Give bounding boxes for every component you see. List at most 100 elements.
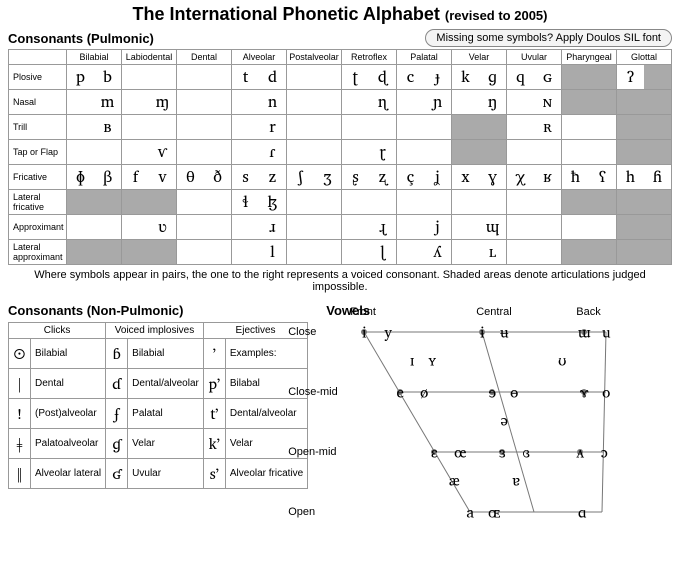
vowel-symbol[interactable]: ɜ <box>499 440 506 465</box>
voiceless-symbol[interactable]: k <box>452 65 479 89</box>
np-symbol[interactable]: sʼ <box>203 459 225 489</box>
voiceless-symbol[interactable] <box>232 115 259 139</box>
vowel-symbol[interactable]: ɘ <box>488 380 496 405</box>
voiced-symbol[interactable] <box>314 215 341 239</box>
voiceless-symbol[interactable] <box>232 90 259 114</box>
vowel-symbol[interactable]: æ <box>449 468 460 493</box>
voiced-symbol[interactable]: ʝ <box>424 165 451 189</box>
voiced-symbol[interactable]: ʎ <box>424 240 451 264</box>
voiceless-symbol[interactable] <box>177 65 204 89</box>
voiced-symbol[interactable] <box>204 215 231 239</box>
np-symbol[interactable]: ɗ <box>106 369 128 399</box>
voiceless-symbol[interactable] <box>232 215 259 239</box>
voiceless-symbol[interactable] <box>67 115 94 139</box>
voiceless-symbol[interactable] <box>452 240 479 264</box>
voiceless-symbol[interactable] <box>287 190 314 214</box>
vowel-symbol[interactable]: ʌ <box>576 440 584 465</box>
voiceless-symbol[interactable] <box>507 215 534 239</box>
voiced-symbol[interactable]: ɲ <box>424 90 451 114</box>
voiced-symbol[interactable] <box>424 140 451 164</box>
voiced-symbol[interactable]: m <box>94 90 121 114</box>
voiceless-symbol[interactable] <box>342 240 369 264</box>
voiceless-symbol[interactable] <box>122 65 149 89</box>
voiceless-symbol[interactable] <box>507 190 534 214</box>
voiceless-symbol[interactable] <box>287 240 314 264</box>
voiceless-symbol[interactable]: q <box>507 65 534 89</box>
voiced-symbol[interactable]: ɮ <box>259 190 286 214</box>
voiceless-symbol[interactable] <box>507 115 534 139</box>
voiceless-symbol[interactable] <box>67 90 94 114</box>
np-symbol[interactable]: kʼ <box>203 429 225 459</box>
voiceless-symbol[interactable] <box>67 215 94 239</box>
voiceless-symbol[interactable]: c <box>397 65 424 89</box>
voiceless-symbol[interactable]: ʂ <box>342 165 369 189</box>
voiced-symbol[interactable]: ʙ <box>94 115 121 139</box>
voiceless-symbol[interactable] <box>397 140 424 164</box>
voiceless-symbol[interactable]: h <box>617 165 644 189</box>
voiced-symbol[interactable]: ʒ <box>314 165 341 189</box>
voiced-symbol[interactable] <box>424 190 451 214</box>
voiced-symbol[interactable]: l <box>259 240 286 264</box>
voiceless-symbol[interactable]: χ <box>507 165 534 189</box>
vowel-symbol[interactable]: ɤ <box>580 380 589 405</box>
vowel-symbol[interactable]: ɵ <box>510 380 518 405</box>
voiceless-symbol[interactable] <box>397 190 424 214</box>
voiced-symbol[interactable] <box>314 190 341 214</box>
voiceless-symbol[interactable]: ħ <box>562 165 589 189</box>
voiced-symbol[interactable] <box>204 65 231 89</box>
voiced-symbol[interactable]: ð <box>204 165 231 189</box>
voiced-symbol[interactable] <box>314 115 341 139</box>
voiced-symbol[interactable] <box>424 115 451 139</box>
vowel-symbol[interactable]: ɛ <box>431 440 438 465</box>
voiced-symbol[interactable]: β <box>94 165 121 189</box>
voiceless-symbol[interactable] <box>342 190 369 214</box>
np-symbol[interactable]: ʼ <box>203 339 225 369</box>
voiceless-symbol[interactable]: θ <box>177 165 204 189</box>
vowel-symbol[interactable]: ɯ <box>578 320 591 345</box>
voiced-symbol[interactable]: v <box>149 165 176 189</box>
voiceless-symbol[interactable] <box>397 115 424 139</box>
vowel-symbol[interactable]: ɨ <box>480 320 485 345</box>
apply-font-button[interactable]: Missing some symbols? Apply Doulos SIL f… <box>425 29 672 47</box>
voiced-symbol[interactable]: ɣ <box>479 165 506 189</box>
voiced-symbol[interactable] <box>149 65 176 89</box>
voiced-symbol[interactable]: ɴ <box>534 90 561 114</box>
voiced-symbol[interactable]: ʕ <box>589 165 616 189</box>
voiced-symbol[interactable]: ɦ <box>644 165 671 189</box>
voiceless-symbol[interactable]: s <box>232 165 259 189</box>
voiceless-symbol[interactable] <box>562 115 589 139</box>
voiced-symbol[interactable]: ɳ <box>369 90 396 114</box>
voiced-symbol[interactable]: d <box>259 65 286 89</box>
voiceless-symbol[interactable]: ç <box>397 165 424 189</box>
voiced-symbol[interactable]: ʐ <box>369 165 396 189</box>
voiced-symbol[interactable] <box>314 90 341 114</box>
voiced-symbol[interactable]: ɰ <box>479 215 506 239</box>
voiced-symbol[interactable]: ʋ <box>149 215 176 239</box>
np-symbol[interactable]: ɓ <box>106 339 128 369</box>
vowel-symbol[interactable]: ɪ <box>410 348 414 373</box>
voiced-symbol[interactable]: r <box>259 115 286 139</box>
voiceless-symbol[interactable] <box>122 115 149 139</box>
voiceless-symbol[interactable] <box>452 190 479 214</box>
vowel-symbol[interactable]: ɑ <box>578 500 586 525</box>
voiceless-symbol[interactable] <box>397 215 424 239</box>
voiced-symbol[interactable] <box>369 190 396 214</box>
voiced-symbol[interactable] <box>204 240 231 264</box>
voiced-symbol[interactable] <box>479 190 506 214</box>
vowel-symbol[interactable]: ʏ <box>428 348 436 373</box>
voiceless-symbol[interactable] <box>287 215 314 239</box>
voiceless-symbol[interactable]: t <box>232 65 259 89</box>
voiceless-symbol[interactable]: ʔ <box>617 65 644 89</box>
voiceless-symbol[interactable] <box>507 90 534 114</box>
voiceless-symbol[interactable] <box>287 115 314 139</box>
np-symbol[interactable]: ʛ <box>106 459 128 489</box>
vowel-symbol[interactable]: a <box>466 500 474 525</box>
voiceless-symbol[interactable] <box>562 140 589 164</box>
voiced-symbol[interactable]: z <box>259 165 286 189</box>
voiceless-symbol[interactable] <box>507 240 534 264</box>
voiceless-symbol[interactable] <box>232 240 259 264</box>
voiceless-symbol[interactable] <box>452 215 479 239</box>
np-symbol[interactable]: ǂ <box>9 429 31 459</box>
voiced-symbol[interactable]: ɭ <box>369 240 396 264</box>
vowel-symbol[interactable]: ɔ <box>601 440 608 465</box>
